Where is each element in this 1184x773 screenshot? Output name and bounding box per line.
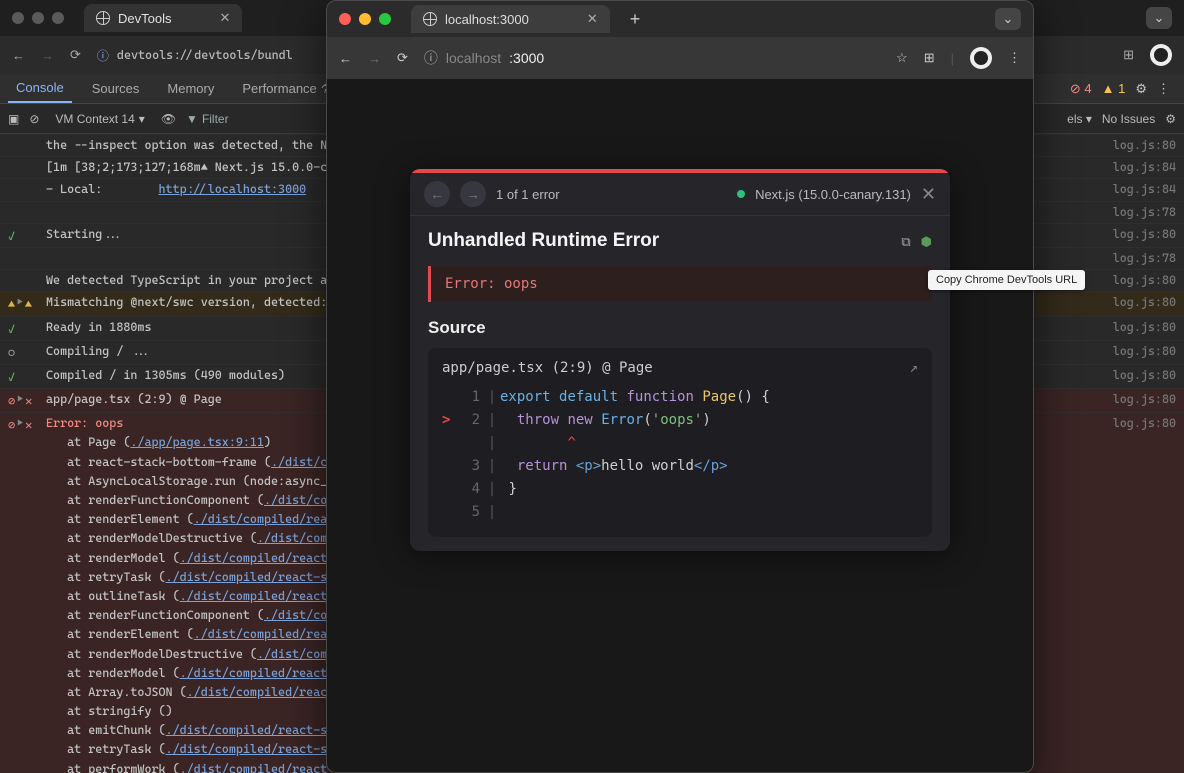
tab-console[interactable]: Console xyxy=(8,74,72,103)
warn-count[interactable]: ▲ 1 xyxy=(1102,81,1126,96)
live-expression-icon[interactable]: 👁 xyxy=(161,112,176,126)
fg-omnibox[interactable]: ⓘ localhost:3000 xyxy=(424,48,880,68)
more-icon[interactable]: ⋮ xyxy=(1008,50,1021,66)
bg-tab-title: DevTools xyxy=(118,11,171,26)
back-icon[interactable]: ← xyxy=(339,51,352,66)
source-file: app/page.tsx (2:9) @ Page xyxy=(442,360,653,376)
fg-tab[interactable]: localhost:3000 ✕ xyxy=(411,5,610,33)
open-external-icon[interactable]: ↗ xyxy=(910,360,918,376)
reload-icon[interactable]: ⟳ xyxy=(70,47,81,63)
console-settings-icon[interactable]: ⚙ xyxy=(1165,112,1176,126)
browser-window: localhost:3000 ✕ + ⌄ ← → ⟳ ⓘ localhost:3… xyxy=(326,0,1034,773)
chevron-down-icon: ▾ xyxy=(139,112,145,126)
tab-sources[interactable]: Sources xyxy=(84,74,148,103)
minimize-icon[interactable] xyxy=(32,12,44,24)
source-box: app/page.tsx (2:9) @ Page ↗ 1| export de… xyxy=(428,348,932,537)
back-icon[interactable]: ← xyxy=(12,48,25,63)
levels-selector[interactable]: els ▾ xyxy=(1067,112,1092,126)
tab-overflow-button[interactable]: ⌄ xyxy=(995,8,1021,30)
bg-tab[interactable]: DevTools ✕ xyxy=(84,4,242,32)
avatar-icon[interactable] xyxy=(1150,44,1172,66)
next-error-button[interactable]: → xyxy=(460,181,486,207)
bg-traffic-lights[interactable] xyxy=(12,12,64,24)
overlay-body: Unhandled Runtime Error ⧉ ⬢ Error: oops … xyxy=(410,216,950,551)
forward-icon: → xyxy=(41,48,54,63)
overlay-header: ← → 1 of 1 error Next.js (15.0.0-canary.… xyxy=(410,173,950,216)
bg-omnibox[interactable]: ⓘ devtools://devtools/bundl xyxy=(97,47,293,64)
prev-error-button[interactable]: ← xyxy=(424,181,450,207)
extensions-icon[interactable]: ⊞ xyxy=(924,50,935,66)
close-tab-icon[interactable]: ✕ xyxy=(587,11,598,27)
fg-browser-toolbar: ← → ⟳ ⓘ localhost:3000 ☆ ⊞ | ⋮ xyxy=(327,37,1033,79)
fg-traffic-lights[interactable] xyxy=(339,13,391,25)
close-icon[interactable] xyxy=(339,13,351,25)
zoom-icon[interactable] xyxy=(52,12,64,24)
page-content: ← → 1 of 1 error Next.js (15.0.0-canary.… xyxy=(327,79,1033,772)
settings-icon[interactable]: ⚙ xyxy=(1135,81,1147,97)
globe-icon xyxy=(423,12,437,26)
error-overlay: ← → 1 of 1 error Next.js (15.0.0-canary.… xyxy=(410,169,950,551)
context-selector[interactable]: VM Context 14 ▾ xyxy=(49,110,150,128)
new-tab-button[interactable]: + xyxy=(620,9,651,30)
nodejs-icon[interactable]: ⬢ xyxy=(921,234,932,250)
star-icon[interactable]: ☆ xyxy=(896,50,908,66)
version-label: Next.js (15.0.0-canary.131) xyxy=(755,187,911,202)
avatar-icon[interactable] xyxy=(970,47,992,69)
close-overlay-button[interactable]: ✕ xyxy=(921,184,936,205)
globe-icon xyxy=(96,11,110,25)
tooltip: Copy Chrome DevTools URL xyxy=(928,270,1085,290)
extensions-icon[interactable]: ⊞ xyxy=(1123,47,1134,63)
local-url-link[interactable]: http://localhost:3000 xyxy=(159,182,307,196)
sidebar-toggle-icon[interactable]: ▣ xyxy=(8,112,19,126)
forward-icon: → xyxy=(368,51,381,66)
tab-memory[interactable]: Memory xyxy=(159,74,222,103)
filter-icon: ▼ xyxy=(186,112,198,126)
source-heading: Source xyxy=(428,318,932,338)
url-host: localhost xyxy=(446,50,501,66)
minimize-icon[interactable] xyxy=(359,13,371,25)
clear-console-icon[interactable]: ⊘ xyxy=(29,112,39,126)
fg-tab-title: localhost:3000 xyxy=(445,12,529,27)
status-dot-icon xyxy=(737,190,745,198)
zoom-icon[interactable] xyxy=(379,13,391,25)
copy-icon[interactable]: ⧉ xyxy=(901,234,910,250)
url-port: :3000 xyxy=(509,50,544,66)
more-icon[interactable]: ⋮ xyxy=(1157,81,1170,97)
tab-overflow-button[interactable]: ⌄ xyxy=(1146,7,1172,29)
error-count-label: 1 of 1 error xyxy=(496,187,560,202)
fg-titlebar: localhost:3000 ✕ + ⌄ xyxy=(327,1,1033,37)
no-issues[interactable]: No Issues xyxy=(1102,112,1155,126)
close-tab-icon[interactable]: ✕ xyxy=(219,10,230,26)
error-title: Unhandled Runtime Error xyxy=(428,230,659,252)
tab-performance[interactable]: Performance ⚗ xyxy=(234,74,340,103)
close-icon[interactable] xyxy=(12,12,24,24)
filter-input[interactable]: ▼ Filter xyxy=(186,112,229,126)
error-count[interactable]: ⊘ 4 xyxy=(1070,81,1092,97)
reload-icon[interactable]: ⟳ xyxy=(397,50,408,66)
bg-url: devtools://devtools/bundl xyxy=(117,48,293,62)
error-message: Error: oops xyxy=(428,266,932,302)
